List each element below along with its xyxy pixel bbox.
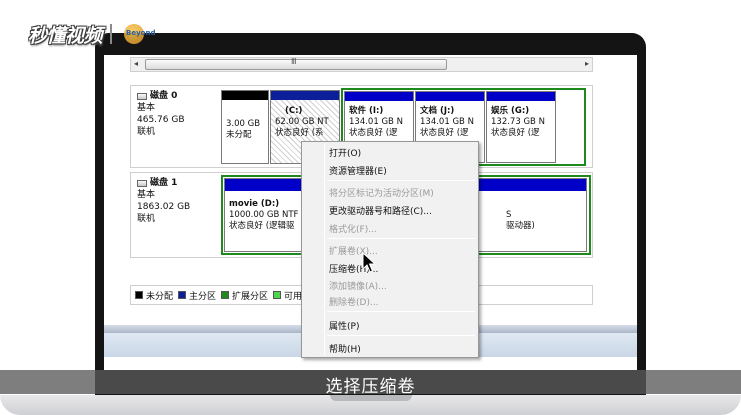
legend-swatch — [273, 291, 282, 299]
partition-size: 3.00 GB — [226, 119, 261, 129]
partition-size: 134.01 GB N — [349, 117, 403, 127]
menu-item-open[interactable]: 打开(O) — [329, 146, 361, 159]
menu-separator — [327, 238, 475, 239]
horizontal-scrollbar[interactable]: ◂ Ⅲ ▸ — [130, 57, 593, 72]
menu-separator — [327, 180, 475, 181]
legend-swatch — [221, 291, 230, 299]
watermark-logo-text: Beyond — [126, 29, 156, 37]
menu-item-properties[interactable]: 属性(P) — [329, 319, 359, 332]
disk-0-type: 基本 — [137, 103, 156, 113]
menu-item-help[interactable]: 帮助(H) — [329, 342, 361, 355]
menu-item-explorer[interactable]: 资源管理器(E) — [329, 164, 387, 177]
partition-label: 文档 (J:) — [420, 106, 455, 116]
menu-item-mark-active[interactable]: 将分区标记为活动分区(M) — [329, 186, 434, 199]
watermark-brand: 秒懂视频 — [28, 24, 103, 47]
partition-status: 驱动器) — [506, 221, 535, 231]
partition-g[interactable]: 娱乐 (G:) 132.73 GB N 状态良好 (逻 — [486, 91, 556, 163]
disk-1-name: 磁盘 1 — [150, 178, 178, 188]
partition-size: 134.01 GB N — [420, 117, 474, 127]
subtitle-band: 选择压缩卷 — [0, 370, 741, 397]
disk-0-status: 联机 — [137, 127, 156, 137]
disk-icon — [137, 179, 147, 187]
mouse-cursor-icon — [362, 252, 376, 273]
partition-label: 软件 (I:) — [349, 106, 384, 116]
watermark-divider — [110, 24, 113, 44]
menu-item-add-mirror[interactable]: 添加镜像(A)... — [329, 279, 387, 292]
context-menu: 打开(O) 资源管理器(E) 将分区标记为活动分区(M) 更改驱动器号和路径(C… — [301, 141, 479, 358]
menu-separator — [327, 335, 475, 336]
partition-status: 状态良好 (逻 — [491, 128, 540, 138]
partition-status: 状态良好 (逻 — [349, 128, 398, 138]
partition-label: 娱乐 (G:) — [491, 106, 530, 116]
disk-1-status: 联机 — [137, 214, 156, 224]
legend-label: 未分配 — [146, 291, 174, 302]
disk-1-info: 磁盘 1 基本 1863.02 GB 联机 — [137, 177, 190, 225]
scroll-right-icon[interactable]: ▸ — [585, 59, 589, 68]
disk-icon — [137, 92, 147, 100]
disk-0-name: 磁盘 0 — [150, 91, 178, 101]
partition-size: 132.73 GB N — [491, 117, 545, 127]
menu-item-change-drive-letter[interactable]: 更改驱动器号和路径(C)... — [329, 204, 432, 217]
disk-0-size: 465.76 GB — [137, 115, 185, 125]
legend-label: 主分区 — [189, 291, 217, 302]
partition-size: S — [506, 210, 512, 220]
partition-status: 状态良好 (逻辑驱 — [229, 221, 295, 231]
scrollbar-thumb[interactable]: Ⅲ — [145, 57, 447, 70]
menu-item-delete-volume[interactable]: 删除卷(D)... — [329, 295, 379, 308]
partition-status: 未分配 — [226, 130, 252, 140]
disk-0-info: 磁盘 0 基本 465.76 GB 联机 — [137, 90, 185, 138]
menu-separator — [327, 311, 475, 312]
scroll-left-icon[interactable]: ◂ — [134, 59, 138, 68]
menu-gutter — [324, 144, 325, 355]
legend-swatch — [178, 291, 187, 299]
partition-status: 状态良好 (逻 — [420, 128, 469, 138]
legend-label: 扩展分区 — [232, 291, 269, 302]
partition-2[interactable]: S 驱动器) — [475, 178, 587, 252]
partition-label: movie (D:) — [229, 199, 280, 209]
disk-1-size: 1863.02 GB — [137, 202, 191, 212]
partition-unallocated[interactable]: 3.00 GB 未分配 — [221, 90, 269, 164]
partition-label: (C:) — [285, 106, 303, 116]
menu-item-format[interactable]: 格式化(F)... — [329, 222, 377, 235]
legend-swatch — [135, 291, 143, 299]
disk-1-type: 基本 — [137, 190, 156, 200]
partition-status: 状态良好 (系 — [275, 128, 324, 138]
laptop-base — [0, 395, 741, 415]
subtitle-text: 选择压缩卷 — [325, 377, 416, 397]
watermark-logo: Beyond — [120, 23, 156, 45]
legend-label: 可用 — [284, 291, 303, 302]
scrollbar-grip-icon: Ⅲ — [291, 57, 297, 66]
watermark: 秒懂视频 Beyond — [28, 22, 156, 47]
partition-size: 62.00 GB NT — [275, 117, 329, 127]
partition-size: 1000.00 GB NTF — [229, 210, 299, 220]
